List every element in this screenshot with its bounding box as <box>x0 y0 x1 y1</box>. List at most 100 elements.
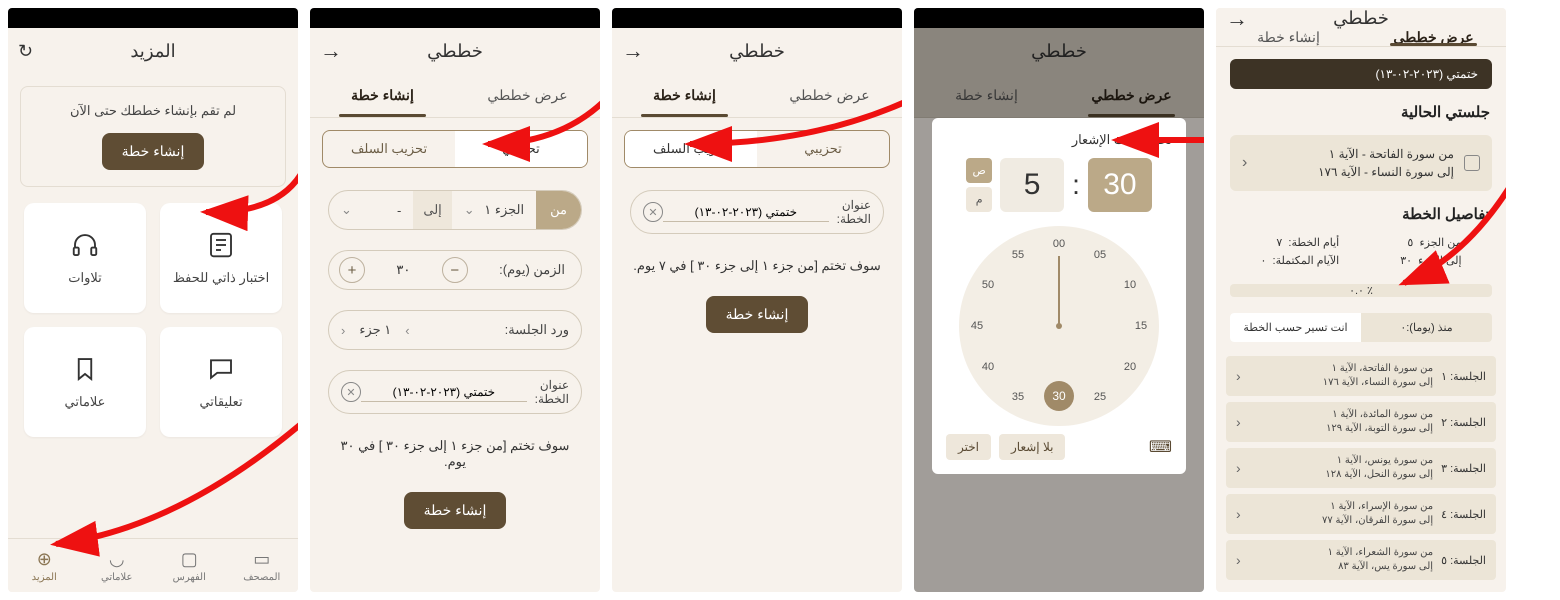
minutes-box[interactable]: 30 <box>1088 158 1152 212</box>
current-session-card[interactable]: من سورة الفاتحة - الآية ١إلى سورة النساء… <box>1230 135 1492 191</box>
subtab-salaf[interactable]: تحزيب السلف <box>625 131 757 167</box>
plan-type-tabs: تحزيبي تحزيب السلف <box>322 130 588 168</box>
nav-bookmarks[interactable]: ◡علاماتي <box>81 539 154 592</box>
plan-title-row: عنوان الخطة: ✕ <box>630 190 884 234</box>
clock-hand <box>1058 256 1060 326</box>
bookmark-icon <box>70 354 100 384</box>
session-item[interactable]: الجلسة: ٢من سورة المائدة، الآية ١إلى سور… <box>1226 402 1496 442</box>
clock-number[interactable]: 40 <box>976 355 1000 379</box>
subtab-own[interactable]: تحزيبي <box>757 131 889 167</box>
chevron-left-icon: ‹ <box>341 323 345 338</box>
session-range: من سورة الإسراء، الآية ١إلى سورة الفرقان… <box>1241 500 1433 528</box>
card-recitations[interactable]: تلاوات <box>24 203 146 313</box>
chevron-right-icon: › <box>405 323 409 338</box>
create-plan-button[interactable]: إنشاء خطة <box>706 296 809 333</box>
decrement-button[interactable]: − <box>442 257 468 283</box>
checklist-icon <box>206 230 236 260</box>
screen-create-salaf: → خططي عرض خططي إنشاء خطة تحزيبي تحزيب ا… <box>612 8 902 592</box>
back-icon[interactable]: → <box>320 38 342 64</box>
screen-more: ↻ المزيد لم تقم بإنشاء خططك حتى الآن إنش… <box>8 8 298 592</box>
increment-button[interactable]: + <box>339 257 365 283</box>
time-colon: : <box>1072 169 1080 201</box>
tab-view-plans[interactable]: عرض خططي <box>757 74 902 117</box>
plan-chip[interactable]: ختمتي (٢٠٢٣-٠٢-١٣) <box>1230 59 1492 89</box>
no-notification-button[interactable]: بلا إشعار <box>999 434 1065 460</box>
tab-view-plans[interactable]: عرض خططي <box>1361 29 1506 46</box>
session-item[interactable]: الجلسة: ١من سورة الفاتحة، الآية ١إلى سور… <box>1226 356 1496 396</box>
status-bar <box>612 8 902 28</box>
clock-number[interactable]: 00 <box>1047 232 1071 256</box>
back-icon[interactable]: → <box>1226 8 1248 32</box>
clock-face[interactable]: 30 0005101520253540455055 <box>959 226 1159 426</box>
clock-number[interactable]: 45 <box>965 314 989 338</box>
session-checkbox[interactable] <box>1464 155 1480 171</box>
session-item[interactable]: الجلسة: ٣من سورة يونس، الآية ١إلى سورة ا… <box>1226 448 1496 488</box>
plan-title-label: عنوان الخطة: <box>829 198 871 227</box>
comment-icon <box>206 354 236 384</box>
plan-title-input[interactable] <box>361 383 527 402</box>
hours-box[interactable]: 5 <box>1000 158 1064 212</box>
create-plan-button[interactable]: إنشاء خطة <box>102 133 205 170</box>
wird-selector[interactable]: ورد الجلسة: ›١ جزء‹ <box>328 310 582 350</box>
tab-create-plan[interactable]: إنشاء خطة <box>1216 29 1361 46</box>
empty-plan-card: لم تقم بإنشاء خططك حتى الآن إنشاء خطة <box>20 86 286 187</box>
choose-button[interactable]: اختر <box>946 434 991 460</box>
clock-number[interactable]: 15 <box>1129 314 1153 338</box>
chevron-left-icon: ‹ <box>1242 154 1247 172</box>
back-icon[interactable]: → <box>622 38 644 64</box>
plan-title-row: عنوان الخطة: ✕ <box>328 370 582 414</box>
plan-meta: من الجزء ٥إلى الجزء ٣٠ أيام الخطة: ٧الآي… <box>1230 235 1492 270</box>
plan-title-input[interactable] <box>663 203 829 222</box>
screen-plan-details: → خططي عرض خططي إنشاء خطة ختمتي (٢٠٢٣-٠٢… <box>1216 8 1506 592</box>
header: → خططي <box>1216 8 1506 29</box>
chevron-left-icon: ‹ <box>1236 414 1241 430</box>
clock-number[interactable] <box>1047 396 1071 420</box>
days-label: الزمن (يوم): <box>499 262 571 278</box>
bottom-nav: ▭المصحف ▢الفهرس ◡علاماتي ⊕المزيد <box>8 538 298 592</box>
session-number: الجلسة: ٣ <box>1433 462 1486 475</box>
tab-view-plans[interactable]: عرض خططي <box>455 74 600 117</box>
create-plan-button[interactable]: إنشاء خطة <box>404 492 507 529</box>
range-selector[interactable]: من الجزء ١⌄ إلى -⌄ <box>328 190 582 230</box>
keyboard-icon[interactable]: ⌨ <box>1149 437 1172 457</box>
am-button[interactable]: ص <box>966 158 992 183</box>
page-title: المزيد <box>130 41 175 62</box>
clear-icon[interactable]: ✕ <box>341 382 361 402</box>
session-item[interactable]: الجلسة: ٥من سورة الشعراء، الآية ١إلى سور… <box>1226 540 1496 580</box>
ampm-toggle: ص م <box>966 158 992 212</box>
chevron-left-icon: ‹ <box>1236 552 1241 568</box>
card-bookmarks[interactable]: علاماتي <box>24 327 146 437</box>
nav-index[interactable]: ▢الفهرس <box>153 539 226 592</box>
clock-number[interactable]: 55 <box>1006 243 1030 267</box>
chevron-left-icon: ‹ <box>1236 368 1241 384</box>
clock-number[interactable]: 35 <box>1006 385 1030 409</box>
nav-mushaf[interactable]: ▭المصحف <box>226 539 299 592</box>
nav-more[interactable]: ⊕المزيد <box>8 539 81 592</box>
tab-create-plan[interactable]: إنشاء خطة <box>612 74 757 117</box>
screen-time-picker: خططي عرض خططي إنشاء خطة تحديد وقت الإشعا… <box>914 8 1204 592</box>
pm-button[interactable]: م <box>966 187 992 212</box>
subtab-salaf[interactable]: تحزيب السلف <box>323 131 455 167</box>
card-self-test[interactable]: اختبار ذاتي للحفظ <box>160 203 282 313</box>
header: ↻ المزيد <box>8 28 298 74</box>
session-item[interactable]: الجلسة: ٤من سورة الإسراء، الآية ١إلى سور… <box>1226 494 1496 534</box>
refresh-icon[interactable]: ↻ <box>18 41 33 62</box>
empty-text: لم تقم بإنشاء خططك حتى الآن <box>37 103 269 119</box>
tab-create-plan[interactable]: إنشاء خطة <box>310 74 455 117</box>
subtab-own[interactable]: تحزيبي <box>455 131 587 167</box>
range-to-label: إلى <box>413 191 451 229</box>
plan-type-tabs: تحزيبي تحزيب السلف <box>624 130 890 168</box>
clear-icon[interactable]: ✕ <box>643 202 663 222</box>
plan-summary: سوف تختم [من جزء ١ إلى جزء ٣٠ ] في ٧ يوم… <box>630 258 884 274</box>
card-label: تعليقاتي <box>199 394 242 410</box>
main-tabs: عرض خططي إنشاء خطة <box>310 74 600 118</box>
clock-number[interactable]: 10 <box>1118 273 1142 297</box>
clock-number[interactable]: 50 <box>976 273 1000 297</box>
clock-number[interactable]: 05 <box>1088 243 1112 267</box>
clock-number[interactable]: 20 <box>1118 355 1142 379</box>
session-number: الجلسة: ٥ <box>1433 554 1486 567</box>
card-comments[interactable]: تعليقاتي <box>160 327 282 437</box>
chevron-left-icon: ‹ <box>1236 506 1241 522</box>
session-number: الجلسة: ٢ <box>1433 416 1486 429</box>
clock-number[interactable]: 25 <box>1088 385 1112 409</box>
